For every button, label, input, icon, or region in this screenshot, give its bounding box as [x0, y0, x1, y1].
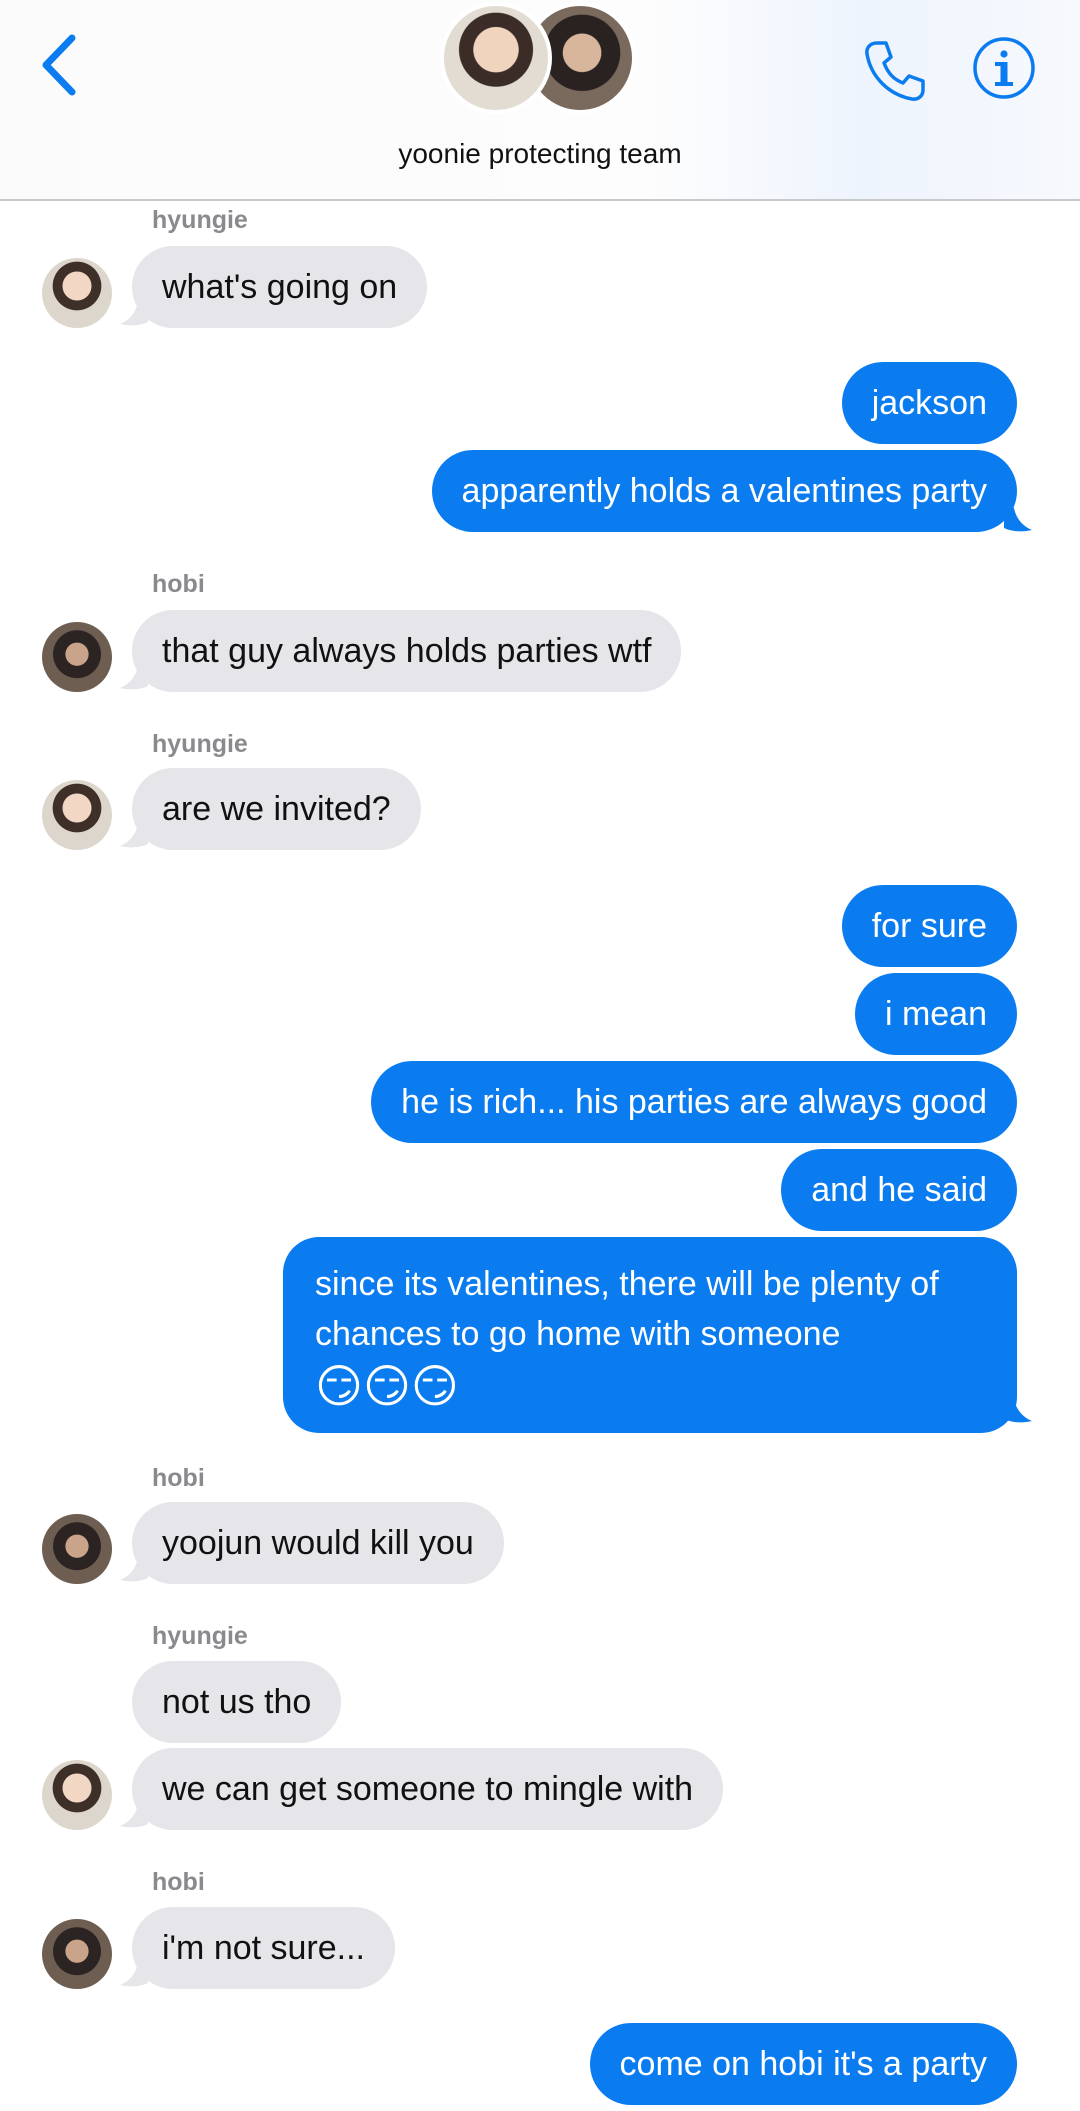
message-bubble-outgoing[interactable]: for sure	[841, 885, 1017, 967]
avatar[interactable]	[42, 258, 112, 328]
group-avatars[interactable]	[440, 2, 640, 122]
sender-name: hyungie	[152, 730, 248, 758]
message-text: since its valentines, there will be plen…	[315, 1265, 939, 1353]
message-bubble-outgoing[interactable]: and he said	[781, 1149, 1017, 1231]
message-bubble-incoming[interactable]: what's going on	[132, 246, 428, 328]
phone-icon	[865, 41, 925, 101]
chevron-left-icon	[42, 34, 76, 96]
message-bubble-incoming[interactable]: not us tho	[132, 1661, 342, 1743]
smirk-emoji: 😏😏😏	[315, 1360, 459, 1413]
message-bubble-incoming[interactable]: that guy always holds parties wtf	[132, 610, 682, 692]
avatar[interactable]	[42, 1514, 112, 1584]
sender-name: hyungie	[152, 206, 248, 234]
call-button[interactable]	[862, 38, 928, 104]
info-icon	[973, 37, 1035, 99]
conversation-header: yoonie protecting team	[0, 0, 1080, 201]
group-name[interactable]: yoonie protecting team	[0, 138, 1080, 170]
message-bubble-incoming[interactable]: yoojun would kill you	[132, 1502, 504, 1584]
sender-name: hobi	[152, 1464, 205, 1492]
group-avatar-hyungie	[440, 2, 552, 114]
back-button[interactable]	[36, 30, 86, 100]
avatar[interactable]	[42, 1919, 112, 1989]
message-bubble-outgoing[interactable]: jackson	[841, 362, 1017, 444]
message-bubble-outgoing[interactable]: come on hobi it's a party	[589, 2023, 1017, 2105]
message-bubble-incoming[interactable]: are we invited?	[132, 768, 421, 850]
message-bubble-outgoing[interactable]: apparently holds a valentines party	[431, 450, 1017, 532]
message-bubble-outgoing[interactable]: he is rich... his parties are always goo…	[371, 1061, 1017, 1143]
sender-name: hobi	[152, 1868, 205, 1896]
message-bubble-incoming[interactable]: we can get someone to mingle with	[132, 1748, 724, 1830]
avatar[interactable]	[42, 1760, 112, 1830]
sender-name: hyungie	[152, 1622, 248, 1650]
message-bubble-outgoing[interactable]: i mean	[854, 973, 1017, 1055]
message-bubble-incoming[interactable]: i'm not sure...	[132, 1907, 396, 1989]
avatar[interactable]	[42, 780, 112, 850]
info-button[interactable]	[972, 36, 1036, 100]
avatar[interactable]	[42, 622, 112, 692]
message-bubble-outgoing[interactable]: since its valentines, there will be plen…	[283, 1237, 1017, 1434]
sender-name: hobi	[152, 570, 205, 598]
